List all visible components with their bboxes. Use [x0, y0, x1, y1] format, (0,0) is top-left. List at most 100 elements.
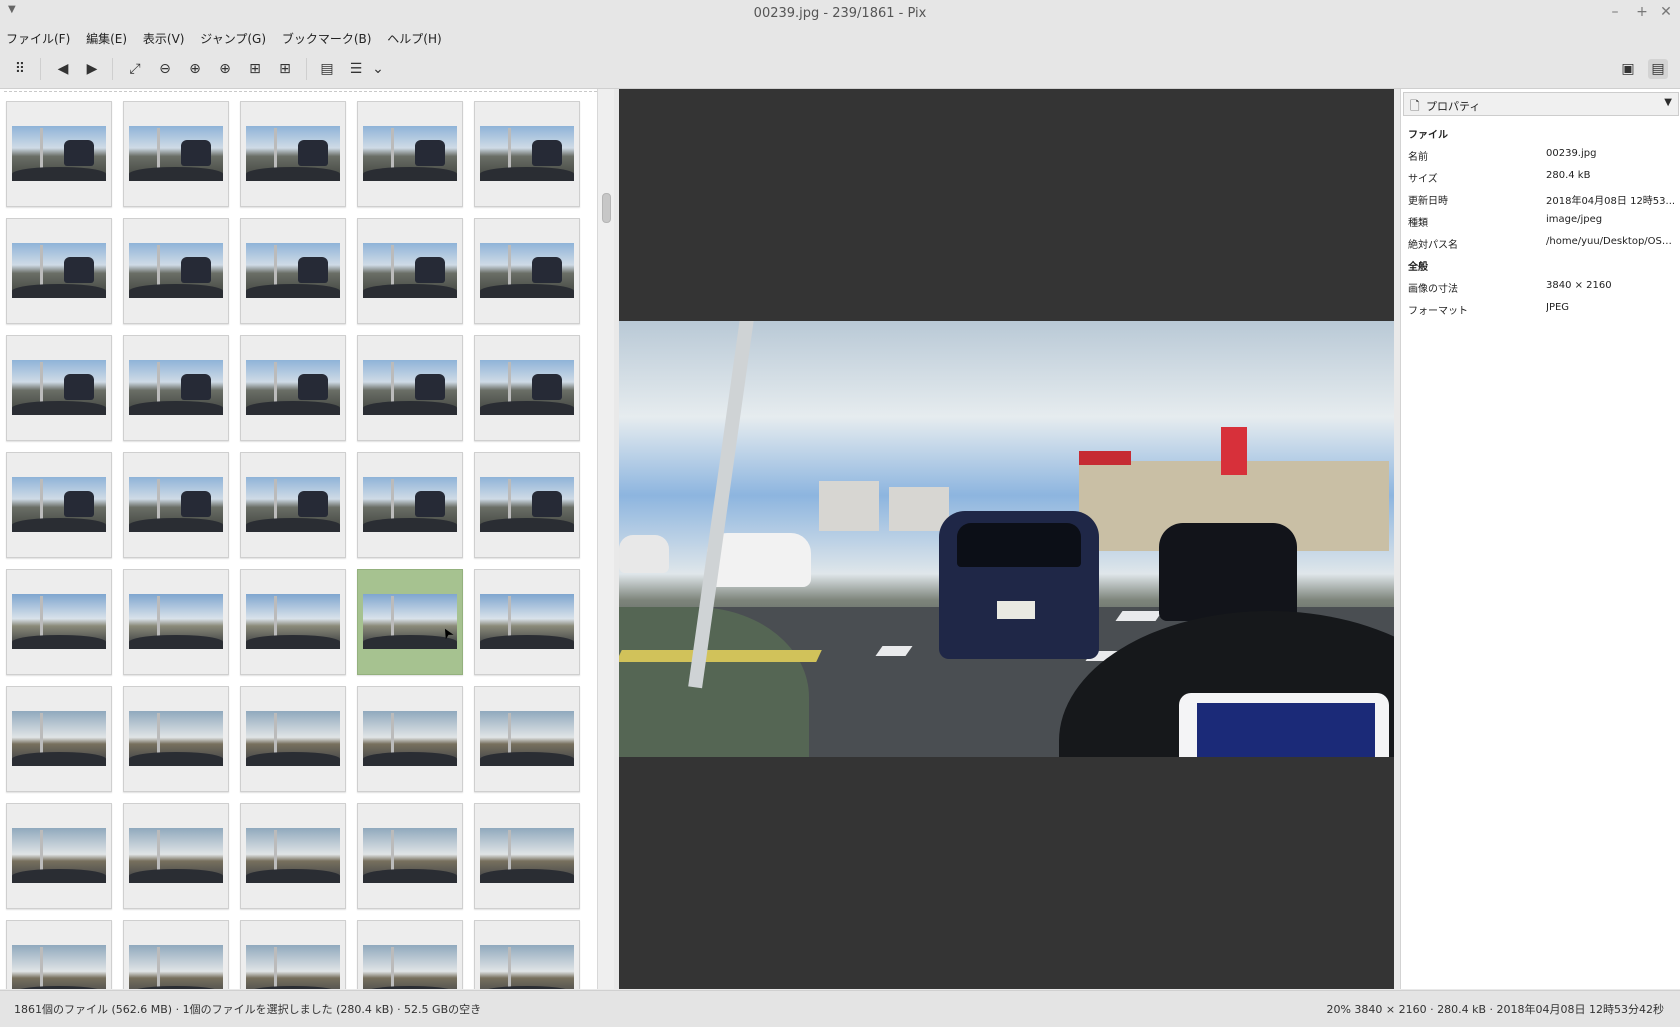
properties-header: プロパティ: [1426, 100, 1481, 113]
thumbnail-cell[interactable]: [123, 218, 229, 324]
thumbnail-cell[interactable]: [6, 686, 112, 792]
fullscreen-icon[interactable]: ⤢: [125, 59, 145, 79]
prop-value: 2018年04月08日 12時53...: [1546, 196, 1676, 207]
image-view-icon[interactable]: ▣: [1618, 59, 1638, 79]
zoom-in-icon[interactable]: ⊕: [185, 59, 205, 79]
thumbnail-cell[interactable]: [357, 920, 463, 989]
thumbnail-road: [480, 167, 574, 181]
thumbnail-cell[interactable]: [474, 335, 580, 441]
grid-view-icon[interactable]: ⊞: [245, 59, 265, 79]
close-button[interactable]: ✕: [1657, 4, 1675, 20]
photo-phone-screen: [1197, 703, 1375, 757]
thumbnail-cell[interactable]: [357, 803, 463, 909]
properties-view-icon[interactable]: ▤: [1648, 59, 1668, 79]
thumbnail-cell[interactable]: [6, 569, 112, 675]
document-icon[interactable]: ▤: [317, 59, 337, 79]
menu-go[interactable]: ジャンプ(G): [200, 28, 266, 50]
thumbnail-cell[interactable]: [474, 803, 580, 909]
thumbnail-image: [246, 594, 340, 649]
thumbnail-cell[interactable]: [123, 803, 229, 909]
image-viewer[interactable]: [619, 89, 1394, 989]
photo-phone: [1179, 693, 1389, 757]
thumbnail-cell[interactable]: [6, 218, 112, 324]
maximize-button[interactable]: +: [1633, 4, 1651, 20]
prop-row: フォーマット JPEG: [1408, 302, 1678, 320]
thumbnail-grid[interactable]: ➤: [0, 89, 613, 989]
thumbnail-cell[interactable]: [240, 101, 346, 207]
thumbnail-cell[interactable]: [240, 686, 346, 792]
thumbnail-road: [480, 986, 574, 989]
scrollbar-thumb[interactable]: [602, 193, 611, 223]
thumbnail-cell[interactable]: [240, 452, 346, 558]
thumbnail-image: [246, 126, 340, 181]
thumbnail-road: [12, 635, 106, 649]
thumbnail-scrollbar[interactable]: [597, 89, 614, 989]
dropdown-arrow-icon: ▼: [1664, 97, 1672, 108]
thumbnail-image: [480, 711, 574, 766]
thumbnail-cell[interactable]: [474, 569, 580, 675]
grid-view-alt-icon[interactable]: ⊞: [275, 59, 295, 79]
thumbnail-cell[interactable]: [474, 452, 580, 558]
thumbnail-car: [298, 374, 328, 400]
thumbnail-cell[interactable]: [357, 686, 463, 792]
thumbnail-road: [480, 284, 574, 298]
menu-file[interactable]: ファイル(F): [6, 28, 70, 50]
dropdown-icon[interactable]: ⌄: [368, 59, 388, 79]
thumbnail-cell[interactable]: [123, 101, 229, 207]
thumbnail-cell[interactable]: [123, 452, 229, 558]
prop-value: 280.4 kB: [1546, 170, 1591, 181]
list-menu-icon[interactable]: ☰: [346, 59, 366, 79]
thumbnail-cell[interactable]: [6, 920, 112, 989]
thumbnail-cell[interactable]: [240, 569, 346, 675]
minimize-button[interactable]: –: [1606, 4, 1624, 20]
status-left: 1861個のファイル (562.6 MB) · 1個のファイルを選択しました (…: [14, 1003, 482, 1016]
back-icon[interactable]: ◀: [53, 59, 73, 79]
thumbnail-cell[interactable]: [474, 920, 580, 989]
properties-icon: 🗋: [1410, 99, 1420, 113]
thumbnail-cell[interactable]: [6, 335, 112, 441]
thumbnail-image: [129, 360, 223, 415]
grid-menu-icon[interactable]: ⠿: [10, 59, 30, 79]
thumbnail-cell[interactable]: [123, 569, 229, 675]
thumbnail-cell[interactable]: [123, 686, 229, 792]
thumbnail-road: [12, 752, 106, 766]
toolbar: ⠿ ◀ ▶ ⤢ ⊖ ⊕ ⊕ ⊞ ⊞ ▤ ☰ ⌄ ▣ ▤: [0, 50, 1680, 89]
properties-dropdown[interactable]: 🗋 プロパティ ▼: [1403, 92, 1679, 116]
thumbnail-cell[interactable]: [474, 686, 580, 792]
thumbnail-cell[interactable]: [357, 218, 463, 324]
thumbnail-car: [532, 374, 562, 400]
thumbnail-cell[interactable]: [123, 335, 229, 441]
thumbnail-cell[interactable]: [6, 452, 112, 558]
thumbnail-cell[interactable]: [240, 803, 346, 909]
menu-bookmarks[interactable]: ブックマーク(B): [282, 28, 372, 50]
prop-key: 種類: [1408, 218, 1428, 229]
menu-help[interactable]: ヘルプ(H): [387, 28, 441, 50]
menu-edit[interactable]: 編集(E): [86, 28, 127, 50]
thumbnail-cell[interactable]: [474, 101, 580, 207]
thumbnail-image: [480, 477, 574, 532]
photo-car: [1159, 523, 1297, 621]
thumbnail-cell[interactable]: [240, 920, 346, 989]
photo-license-plate: [997, 601, 1035, 619]
thumbnail-car: [64, 374, 94, 400]
thumbnail-road: [129, 986, 223, 989]
thumbnail-cell[interactable]: [474, 218, 580, 324]
thumbnail-cell[interactable]: [357, 452, 463, 558]
thumbnail-image: [12, 711, 106, 766]
thumbnail-pole: [391, 947, 394, 989]
prop-key: 絶対パス名: [1408, 240, 1458, 251]
thumbnail-cell[interactable]: [123, 920, 229, 989]
thumbnail-cell[interactable]: [357, 101, 463, 207]
menu-view[interactable]: 表示(V): [143, 28, 185, 50]
zoom-fit-icon[interactable]: ⊕: [215, 59, 235, 79]
thumbnail-pole: [508, 947, 511, 989]
forward-icon[interactable]: ▶: [82, 59, 102, 79]
zoom-out-icon[interactable]: ⊖: [155, 59, 175, 79]
thumbnail-cell[interactable]: [357, 569, 463, 675]
thumbnail-cell[interactable]: [240, 335, 346, 441]
thumbnail-cell[interactable]: [6, 101, 112, 207]
thumbnail-cell[interactable]: [6, 803, 112, 909]
thumbnail-cell[interactable]: [240, 218, 346, 324]
thumbnail-image: [363, 126, 457, 181]
thumbnail-cell[interactable]: [357, 335, 463, 441]
